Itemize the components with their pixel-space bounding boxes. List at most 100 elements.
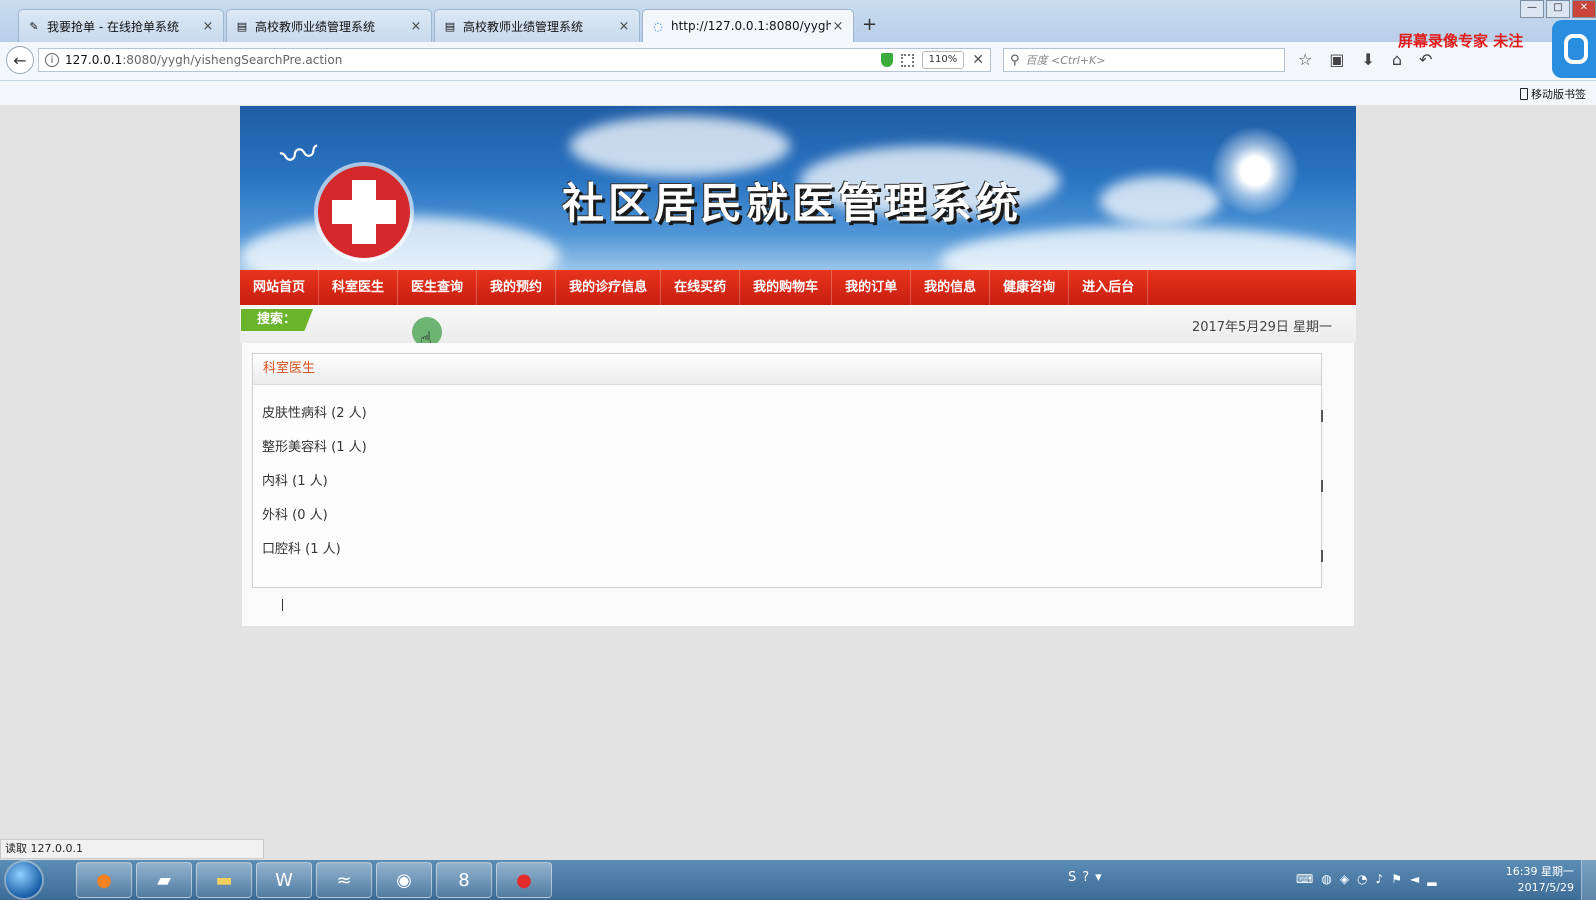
department-count: (1 人)	[331, 440, 367, 455]
chart-page-icon: ▤	[444, 19, 456, 33]
menu-item-health-consult[interactable]: 健康咨询	[990, 270, 1070, 305]
menu-item-appointments[interactable]: 我的预约	[477, 270, 557, 305]
search-label: 搜索：	[241, 309, 313, 331]
qq-icon[interactable]: ◔	[1357, 872, 1367, 886]
browser-tab-4-active[interactable]: ◌ http://127.0.0.1:8080/yygh ×	[642, 9, 854, 42]
loading-spinner-icon: ◌	[653, 19, 663, 33]
red-cross-logo	[318, 166, 410, 258]
speaker-icon[interactable]: ♪	[1376, 872, 1384, 886]
browser-tab-3[interactable]: ▤ 高校教师业绩管理系统 ×	[434, 9, 640, 42]
download-icon[interactable]: ⬇	[1361, 50, 1374, 69]
qr-code-icon[interactable]	[900, 53, 914, 67]
menu-item-treatment-info[interactable]: 我的诊疗信息	[556, 270, 662, 305]
minimize-icon[interactable]: —	[1520, 0, 1544, 18]
firefox-icon: ●	[96, 869, 112, 891]
bookmark-star-icon[interactable]: ☆	[1298, 50, 1312, 69]
system-clock[interactable]: 16:39 星期一 2017/5/29	[1506, 864, 1574, 896]
browser-status-bar: 读取 127.0.0.1	[0, 839, 264, 859]
address-bar[interactable]: i 127.0.0.1:8080/yygh/yishengSearchPre.a…	[38, 48, 991, 72]
browser-tab-1[interactable]: ✎ 我要抢单 - 在线抢单系统 ×	[18, 9, 224, 42]
show-desktop-button[interactable]	[1581, 860, 1596, 900]
reading-list-icon[interactable]: ▣	[1329, 50, 1344, 69]
menu-item-orders[interactable]: 我的订单	[832, 270, 912, 305]
department-panel: 科室医生 皮肤性病科 (2 人) 整形美容科 (1 人) 内科 (1 人) 外科…	[252, 353, 1323, 588]
help-icon[interactable]: ?	[1082, 870, 1089, 885]
menu-item-buy-medicine[interactable]: 在线买药	[661, 270, 741, 305]
menu-item-admin[interactable]: 进入后台	[1069, 270, 1149, 305]
window-close-icon[interactable]: ✕	[1572, 0, 1596, 18]
cloud-shape	[940, 226, 1356, 270]
menu-item-home[interactable]: 网站首页	[240, 270, 320, 305]
maximize-icon[interactable]: □	[1546, 0, 1570, 18]
tab-close-icon[interactable]: ×	[617, 19, 631, 34]
recorder-icon: ●	[516, 869, 532, 891]
network-globe-icon[interactable]: ◍	[1321, 872, 1331, 886]
undo-icon[interactable]: ↶	[1419, 50, 1432, 69]
chart-page-icon: ▤	[236, 19, 248, 33]
taskbar-qq-browser[interactable]: ◉	[376, 862, 432, 898]
department-name: 口腔科	[262, 542, 302, 557]
input-method-bar: S ? ▾	[1068, 870, 1102, 885]
department-count: (0 人)	[292, 508, 328, 523]
start-button[interactable]	[6, 862, 42, 898]
tab-title: http://127.0.0.1:8080/yygh	[671, 19, 831, 33]
department-link[interactable]: 整形美容科 (1 人)	[262, 436, 367, 455]
text-caret	[282, 599, 283, 611]
taskbar-recorder[interactable]: ●	[496, 862, 552, 898]
department-link[interactable]: 内科 (1 人)	[262, 470, 328, 489]
taskbar-explorer[interactable]: ▬	[196, 862, 252, 898]
tab-title: 高校教师业绩管理系统	[255, 19, 376, 34]
flag-icon[interactable]: ⚑	[1391, 872, 1402, 886]
taskbar-firefox[interactable]: ●	[76, 862, 132, 898]
browser-tab-2[interactable]: ▤ 高校教师业绩管理系统 ×	[226, 9, 432, 42]
clock-time: 16:39 星期一	[1505, 865, 1574, 878]
bookmarks-bar: 移动版书签	[0, 81, 1596, 105]
recorder-watermark: 屏幕录像专家 未注	[1398, 32, 1524, 50]
chevron-down-icon[interactable]: ▾	[1095, 870, 1102, 885]
mobile-bookmarks-link[interactable]: 移动版书签	[1520, 86, 1586, 102]
zoom-level[interactable]: 110%	[921, 51, 965, 69]
browser-tab-strip: ✎ 我要抢单 - 在线抢单系统 × ▤ 高校教师业绩管理系统 × ▤ 高校教师业…	[0, 0, 1596, 42]
department-name: 外科	[262, 508, 289, 523]
toolbar-icons: ☆ ▣ ⬇ ⌂ ↶	[1298, 50, 1432, 69]
url-host: 127.0.0.1	[65, 53, 123, 67]
taskbar-eclipse[interactable]: 8	[436, 862, 492, 898]
home-icon[interactable]: ⌂	[1392, 50, 1402, 69]
keyboard-icon[interactable]: ⌨	[1296, 872, 1313, 886]
menu-item-cart[interactable]: 我的购物车	[740, 270, 833, 305]
new-tab-button[interactable]: +	[862, 14, 877, 35]
cloud-shape	[1100, 176, 1220, 226]
tab-close-icon[interactable]: ×	[409, 19, 423, 34]
menu-item-departments[interactable]: 科室医生	[319, 270, 399, 305]
security-icon[interactable]: ◈	[1340, 872, 1349, 886]
sogou-icon[interactable]: S	[1068, 870, 1076, 885]
department-link[interactable]: 口腔科 (1 人)	[262, 538, 341, 557]
navigation-toolbar: ← i 127.0.0.1:8080/yygh/yishengSearchPre…	[0, 42, 1596, 81]
info-icon[interactable]: i	[45, 53, 59, 67]
menu-item-my-info[interactable]: 我的信息	[911, 270, 991, 305]
volume-icon[interactable]: ◄	[1410, 872, 1419, 886]
window-controls: — □ ✕	[1518, 0, 1596, 18]
back-button[interactable]: ←	[6, 46, 34, 74]
site-banner: 〰 社区居民就医管理系统	[240, 106, 1356, 270]
taskbar-mysql[interactable]: ≈	[316, 862, 372, 898]
content-area: 科室医生 皮肤性病科 (2 人) 整形美容科 (1 人) 内科 (1 人) 外科…	[242, 343, 1354, 626]
scroll-tick	[1321, 480, 1323, 492]
tab-close-icon[interactable]: ×	[831, 19, 845, 34]
shield-icon[interactable]	[880, 53, 893, 67]
menu-item-doctor-search[interactable]: 医生查询	[398, 270, 478, 305]
seagull-icon: 〰	[276, 129, 323, 181]
scroll-tick	[1321, 410, 1323, 422]
signal-icon[interactable]: ▂	[1427, 872, 1436, 886]
tab-close-icon[interactable]: ×	[201, 19, 215, 34]
web-search-box[interactable]: ⚲ 百度 <Ctrl+K>	[1003, 48, 1285, 72]
department-link[interactable]: 外科 (0 人)	[262, 504, 328, 523]
department-count: (2 人)	[331, 406, 367, 421]
scroll-tick	[1321, 550, 1323, 562]
site-container: 〰 社区居民就医管理系统 网站首页 科室医生 医生查询 我的预约 我的诊疗信息 …	[240, 106, 1356, 626]
stop-load-icon[interactable]: ✕	[972, 52, 984, 68]
taskbar-word[interactable]: W	[256, 862, 312, 898]
taskbar-app[interactable]: ▰	[136, 862, 192, 898]
department-link[interactable]: 皮肤性病科 (2 人)	[262, 402, 367, 421]
tab-title: 我要抢单 - 在线抢单系统	[47, 19, 179, 34]
